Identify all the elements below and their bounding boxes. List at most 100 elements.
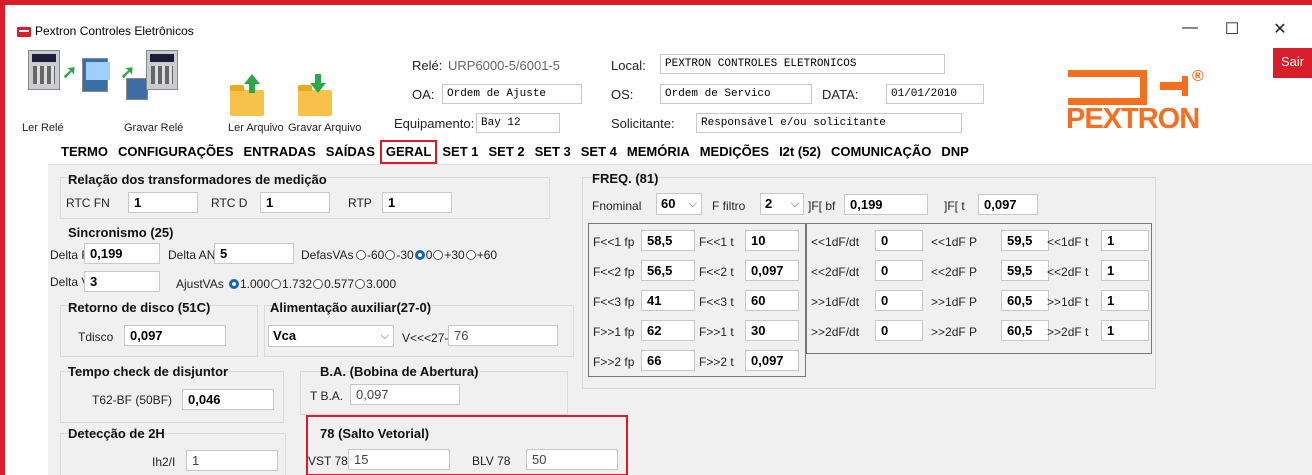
solicitante-field[interactable]: Responsável e/ou solicitante <box>696 113 962 133</box>
defas-radio[interactable] <box>385 250 396 260</box>
tba-input[interactable]: 0,097 <box>350 384 460 405</box>
tdisco-input[interactable]: 0,097 <box>124 325 226 346</box>
freq-cv-input[interactable]: 1 <box>1101 260 1149 281</box>
v27-input[interactable]: 76 <box>448 325 558 346</box>
oa-field[interactable]: Ordem de Ajuste <box>442 84 582 104</box>
close-button[interactable]: ✕ <box>1260 19 1300 39</box>
freq-av-input[interactable]: 0 <box>875 230 923 251</box>
os-label: OS: <box>611 87 634 102</box>
freq-bv-input[interactable]: 60,5 <box>1001 290 1049 311</box>
freq-av-input[interactable]: 0 <box>875 320 923 341</box>
freq-tl-label: F>>1 t <box>699 325 734 339</box>
freq-c-label: >>1dF t <box>1047 295 1089 309</box>
rtp-input[interactable]: 1 <box>382 192 452 213</box>
defas-label: DefasVAs <box>301 248 354 262</box>
rtcd-input[interactable]: 1 <box>260 192 330 213</box>
tab-comunica-o[interactable]: COMUNICAÇÃO <box>826 140 936 164</box>
deltaang-input[interactable]: 5 <box>214 243 294 264</box>
exit-button[interactable]: Sair <box>1273 48 1312 78</box>
rtp-label: RTP <box>348 196 372 210</box>
relay-device-icon <box>28 50 60 90</box>
tab-dnp[interactable]: DNP <box>936 140 973 164</box>
tab-mem-ria[interactable]: MEMÓRIA <box>622 140 695 164</box>
local-field[interactable]: PEXTRON CONTROLES ELETRONICOS <box>660 54 945 74</box>
defas-radio[interactable] <box>414 250 425 260</box>
ajust-radio[interactable] <box>229 279 239 289</box>
freq-tv-input[interactable]: 0,097 <box>745 260 799 281</box>
freq-fv-input[interactable]: 66 <box>641 350 695 371</box>
defas-radio-group[interactable]: -60 -30 0 +30 +60 <box>355 248 497 262</box>
freq-bv-input[interactable]: 59,5 <box>1001 230 1049 251</box>
tab-medi-es[interactable]: MEDIÇÕES <box>695 140 774 164</box>
fnominal-label: Fnominal <box>592 199 642 213</box>
alim-select[interactable]: Vca ⌵ <box>268 325 394 347</box>
bf-label: ]F[ bf <box>808 199 836 213</box>
tab-set-3[interactable]: SET 3 <box>530 140 576 164</box>
ft-input[interactable]: 0,097 <box>978 194 1038 215</box>
ajust-radio[interactable] <box>313 279 324 289</box>
tab-set-4[interactable]: SET 4 <box>576 140 622 164</box>
minimize-button[interactable]: — <box>1170 19 1210 37</box>
vst-input[interactable]: 15 <box>348 449 450 470</box>
freq-tv-input[interactable]: 30 <box>745 320 799 341</box>
ajust-radio[interactable] <box>355 279 366 289</box>
freq-av-input[interactable]: 0 <box>875 260 923 281</box>
tab-set-2[interactable]: SET 2 <box>484 140 530 164</box>
freq-tv-input[interactable]: 60 <box>745 290 799 311</box>
ajust-option-label: 0.577 <box>324 277 355 291</box>
os-field[interactable]: Ordem de Servico <box>660 84 812 104</box>
deltaf-input[interactable]: 0,199 <box>84 243 160 264</box>
fnominal-select[interactable]: 60 ⌵ <box>656 193 702 215</box>
tab-configura-es[interactable]: CONFIGURAÇÕES <box>113 140 239 164</box>
ih2-label: Ih2/I <box>152 455 176 469</box>
data-label: DATA: <box>822 87 859 102</box>
rtcfn-input[interactable]: 1 <box>128 192 198 213</box>
tab-set-1[interactable]: SET 1 <box>437 140 483 164</box>
relay-device-icon <box>146 50 178 90</box>
freq-bv-input[interactable]: 60,5 <box>1001 320 1049 341</box>
defas-radio[interactable] <box>433 250 444 260</box>
freq-cv-input[interactable]: 1 <box>1101 320 1149 341</box>
tab-geral[interactable]: GERAL <box>379 140 438 164</box>
freq-bv-input[interactable]: 59,5 <box>1001 260 1049 281</box>
bf-input[interactable]: 0,199 <box>844 194 928 215</box>
ih2-input[interactable]: 1 <box>186 450 278 471</box>
defas-option-label: +30 <box>444 248 465 262</box>
arrow-icon: ➚ <box>62 62 78 82</box>
ft-label: ]F[ t <box>944 199 965 213</box>
freq-cv-input[interactable]: 1 <box>1101 230 1149 251</box>
freq-fv-input[interactable]: 41 <box>641 290 695 311</box>
freq-fv-input[interactable]: 58,5 <box>641 230 695 251</box>
tab-entradas[interactable]: ENTRADAS <box>239 140 321 164</box>
freq-b-label: >>2dF P <box>931 325 978 339</box>
tab-sa-das[interactable]: SAÍDAS <box>321 140 380 164</box>
equipamento-field[interactable]: Bay 12 <box>476 113 560 133</box>
freq-fv-input[interactable]: 62 <box>641 320 695 341</box>
maximize-button[interactable]: ☐ <box>1212 19 1252 39</box>
ajust-option-label: 1.000 <box>240 277 271 291</box>
freq-av-input[interactable]: 0 <box>875 290 923 311</box>
retorno-title: Retorno de disco (51C) <box>68 300 211 315</box>
ffiltro-select[interactable]: 2 ⌵ <box>760 193 804 215</box>
deltav-input[interactable]: 3 <box>84 271 160 292</box>
freq-tl-label: F<<1 t <box>699 235 734 249</box>
blv-input[interactable]: 50 <box>526 449 618 470</box>
data-field[interactable]: 01/01/2010 <box>886 84 984 104</box>
blv-label: BLV 78 <box>472 454 511 468</box>
ajust-radio[interactable] <box>271 279 282 289</box>
freq-tv-input[interactable]: 0,097 <box>745 350 799 371</box>
ajust-radio-group[interactable]: 1.000 1.732 0.577 3.000 <box>228 277 396 291</box>
tba-label: T B.A. <box>310 389 344 403</box>
defas-radio[interactable] <box>465 250 476 260</box>
download-arrow-icon <box>310 83 326 93</box>
tab-i2t-52-[interactable]: I2t (52) <box>774 140 826 164</box>
freq-cv-input[interactable]: 1 <box>1101 290 1149 311</box>
freq-tv-input[interactable]: 10 <box>745 230 799 251</box>
freq-fv-input[interactable]: 56,5 <box>641 260 695 281</box>
freq-fl-label: F>>1 fp <box>593 325 635 339</box>
t62-input[interactable]: 0,046 <box>182 389 274 410</box>
freq-fl-label: F<<1 fp <box>593 235 635 249</box>
freq-fl-label: F<<3 fp <box>593 295 635 309</box>
defas-radio[interactable] <box>356 250 366 260</box>
tab-termo[interactable]: TERMO <box>56 140 113 164</box>
